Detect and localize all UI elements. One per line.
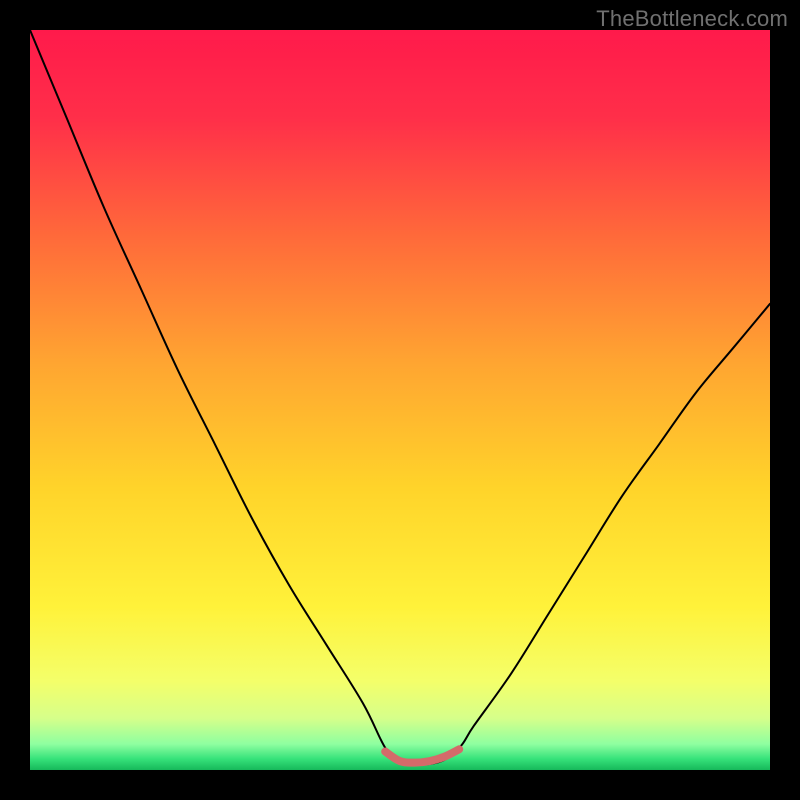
gradient-background [30,30,770,770]
watermark-label: TheBottleneck.com [596,6,788,32]
plot-area [30,30,770,770]
chart-svg [30,30,770,770]
chart-frame: TheBottleneck.com [0,0,800,800]
